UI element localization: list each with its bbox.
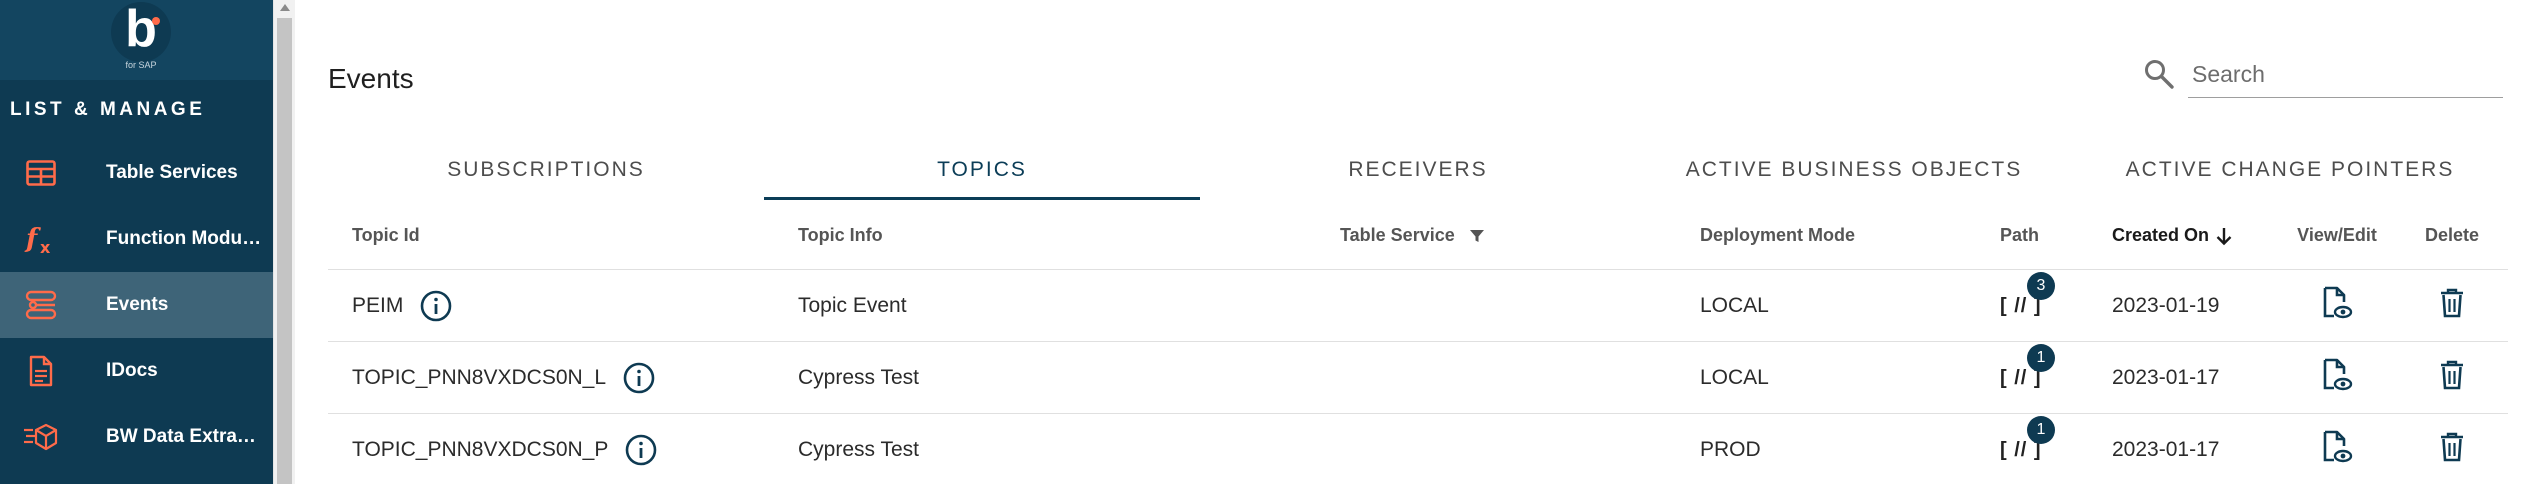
events-icon (22, 286, 60, 324)
cell-topic-info: Topic Event (798, 293, 907, 317)
sidebar-item-idocs[interactable]: IDocs (0, 338, 273, 404)
cell-created-on: 2023-01-17 (2112, 437, 2220, 461)
info-icon[interactable] (624, 433, 658, 467)
topic-id-text: TOPIC_PNN8VXDCS0N_L (352, 365, 607, 389)
cell-path[interactable]: [ // ] 1 (2000, 343, 2112, 390)
cell-view-edit (2278, 430, 2396, 470)
cell-view-edit (2278, 286, 2396, 326)
tab-subscriptions[interactable]: SUBSCRIPTIONS (328, 140, 764, 200)
cell-path[interactable]: [ // ] 1 (2000, 415, 2112, 462)
cell-deployment-mode: PROD (1700, 437, 1761, 461)
view-document-icon[interactable] (2321, 430, 2353, 470)
info-icon[interactable] (622, 361, 656, 395)
search-icon[interactable] (2143, 58, 2175, 90)
sidebar-item-label: BW Data Extract… (106, 426, 266, 447)
logo-dot (152, 17, 160, 25)
cell-delete (2396, 360, 2508, 396)
cell-path[interactable]: [ // ] 3 (2000, 271, 2112, 318)
cell-topic-id: PEIM (328, 289, 798, 323)
cell-created-on: 2023-01-17 (2112, 365, 2220, 389)
svg-text:x: x (40, 238, 51, 255)
column-header-view-edit: View/Edit (2297, 225, 2377, 245)
tab-bar: SUBSCRIPTIONS TOPICS RECEIVERS ACTIVE BU… (328, 140, 2508, 200)
cell-created-on: 2023-01-19 (2112, 293, 2220, 317)
sidebar-item-label: IDocs (106, 360, 158, 381)
table-row[interactable]: PEIM Topic Event LOCAL [ // ] 3 2023-01-… (328, 270, 2508, 342)
sidebar-item-label: Function Modul… (106, 228, 266, 249)
column-header-deployment-mode[interactable]: Deployment Mode (1700, 225, 2000, 246)
section-title: LIST & MANAGE (10, 99, 206, 120)
page-title: Events (328, 63, 414, 94)
sidebar: b for SAP LIST & MANAGE Table Services f… (0, 0, 273, 484)
scroll-up-arrow-icon[interactable] (280, 4, 290, 11)
view-document-icon[interactable] (2321, 358, 2353, 398)
topic-id-text: PEIM (352, 293, 404, 317)
tab-topics[interactable]: TOPICS (764, 140, 1200, 200)
cell-topic-id: TOPIC_PNN8VXDCS0N_L (328, 361, 798, 395)
search-input[interactable] (2188, 52, 2503, 98)
column-header-created-on[interactable]: Created On (2112, 225, 2278, 246)
delete-icon[interactable] (2440, 360, 2464, 396)
table-row[interactable]: TOPIC_PNN8VXDCS0N_P Cypress Test PROD [ … (328, 414, 2508, 484)
main-content: Events SUBSCRIPTIONS TOPICS RECEIVERS AC… (295, 0, 2521, 484)
table-header: Topic Id Topic Info Table Service Deploy… (328, 202, 2508, 270)
sidebar-item-label: Table Services (106, 162, 238, 183)
delete-icon[interactable] (2440, 288, 2464, 324)
sidebar-item-bw-data-extractors[interactable]: BW Data Extract… (0, 404, 273, 470)
column-header-label: Table Service (1340, 225, 1455, 245)
info-icon[interactable] (419, 289, 453, 323)
path-link[interactable]: [ // ] 3 (2000, 271, 2055, 318)
tab-active-business-objects[interactable]: ACTIVE BUSINESS OBJECTS (1636, 140, 2072, 200)
search-box (2143, 52, 2503, 100)
path-count-badge: 1 (2027, 343, 2055, 372)
function-icon: fx (22, 220, 60, 258)
cell-topic-info: Cypress Test (798, 365, 919, 389)
svg-text:f: f (24, 224, 41, 254)
sidebar-item-function-modules[interactable]: fx Function Modul… (0, 206, 273, 272)
column-header-label: Created On (2112, 225, 2210, 245)
scroll-thumb[interactable] (277, 18, 292, 484)
logo-letter: b (125, 0, 157, 58)
cell-deployment-mode: LOCAL (1700, 293, 1769, 317)
sidebar-item-table-services[interactable]: Table Services (0, 140, 273, 206)
path-count-badge: 1 (2027, 415, 2055, 444)
sidebar-scrollbar[interactable] (273, 0, 295, 484)
table-icon (22, 154, 60, 192)
column-header-path[interactable]: Path (2000, 225, 2112, 246)
delete-icon[interactable] (2440, 432, 2464, 468)
table-row[interactable]: TOPIC_PNN8VXDCS0N_L Cypress Test LOCAL [… (328, 342, 2508, 414)
document-icon (22, 352, 60, 390)
topics-table: Topic Id Topic Info Table Service Deploy… (328, 202, 2508, 484)
cell-delete (2396, 288, 2508, 324)
cell-topic-info: Cypress Test (798, 437, 919, 461)
tab-receivers[interactable]: RECEIVERS (1200, 140, 1636, 200)
cell-delete (2396, 432, 2508, 468)
cell-topic-id: TOPIC_PNN8VXDCS0N_P (328, 433, 798, 467)
path-link[interactable]: [ // ] 1 (2000, 343, 2055, 390)
sidebar-item-events[interactable]: Events (0, 272, 273, 338)
arrow-down-icon[interactable] (2215, 226, 2233, 246)
path-count-badge: 3 (2027, 271, 2055, 300)
logo[interactable]: b (111, 2, 171, 62)
column-header-topic-info[interactable]: Topic Info (798, 225, 1340, 246)
cell-deployment-mode: LOCAL (1700, 365, 1769, 389)
filter-icon[interactable] (1469, 228, 1485, 244)
path-link[interactable]: [ // ] 1 (2000, 415, 2055, 462)
column-header-topic-id[interactable]: Topic Id (328, 225, 798, 246)
logo-subtitle: for SAP (125, 60, 157, 70)
bw-extract-icon (22, 418, 60, 456)
tab-active-change-pointers[interactable]: ACTIVE CHANGE POINTERS (2072, 140, 2508, 200)
column-header-delete: Delete (2424, 225, 2480, 245)
column-header-table-service[interactable]: Table Service (1340, 225, 1700, 246)
cell-view-edit (2278, 358, 2396, 398)
view-document-icon[interactable] (2321, 286, 2353, 326)
sidebar-item-label: Events (106, 294, 169, 315)
brand-header: b for SAP (0, 0, 273, 80)
topic-id-text: TOPIC_PNN8VXDCS0N_P (352, 437, 609, 461)
